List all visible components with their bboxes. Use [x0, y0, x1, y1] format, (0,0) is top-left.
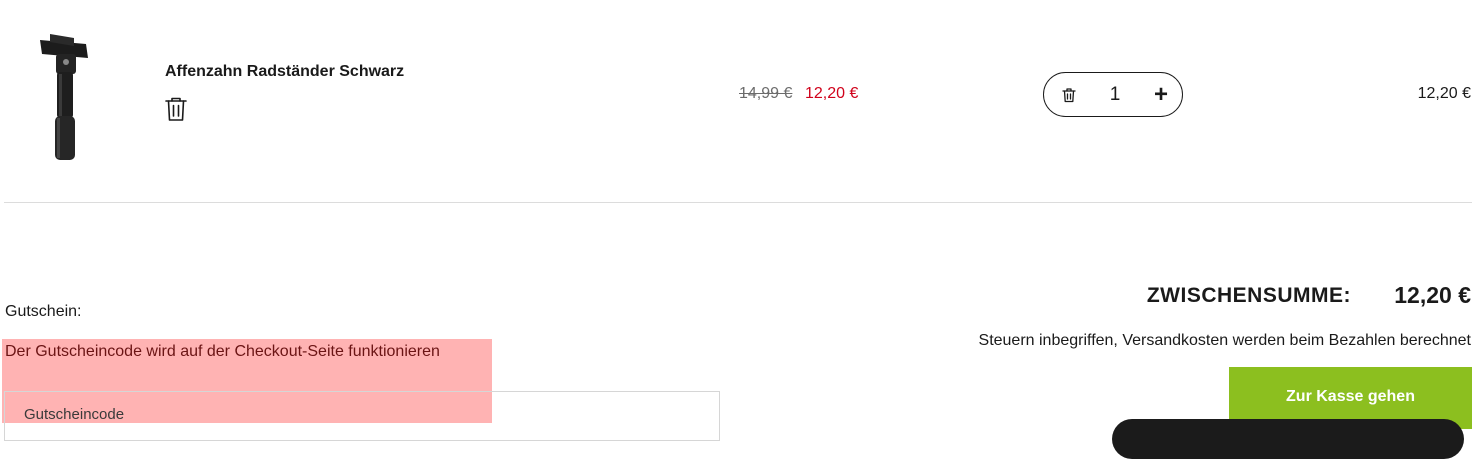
product-title[interactable]: Affenzahn Radständer Schwarz	[165, 63, 404, 81]
subtotal-value: 12,20 €	[1394, 282, 1471, 308]
coupon-code-placeholder: Gutscheincode	[24, 406, 125, 423]
original-price: 14,99 €	[739, 85, 793, 102]
quantity-value[interactable]: 1	[1102, 84, 1128, 106]
tax-shipping-note: Steuern inbegriffen, Versandkosten werde…	[978, 332, 1471, 349]
quantity-increase-button[interactable]: +	[1148, 82, 1174, 108]
sale-price: 12,20 €	[805, 85, 859, 102]
line-total: 12,20 €	[1417, 85, 1471, 102]
floating-widget[interactable]	[1112, 419, 1464, 459]
plus-icon: +	[1153, 81, 1168, 108]
subtotal-label: ZWISCHENSUMME:	[1146, 284, 1351, 307]
coupon-code-input[interactable]: Gutscheincode	[4, 391, 720, 441]
quantity-remove-button[interactable]	[1061, 87, 1077, 103]
coupon-note: Der Gutscheincode wird auf der Checkout-…	[5, 343, 440, 360]
product-image[interactable]	[28, 28, 100, 166]
remove-item-button[interactable]	[164, 96, 188, 122]
trash-icon	[165, 97, 187, 121]
trash-icon	[1062, 88, 1076, 103]
quantity-stepper[interactable]: 1 +	[1043, 72, 1183, 117]
coupon-label: Gutschein:	[5, 303, 82, 320]
divider	[4, 202, 1472, 203]
